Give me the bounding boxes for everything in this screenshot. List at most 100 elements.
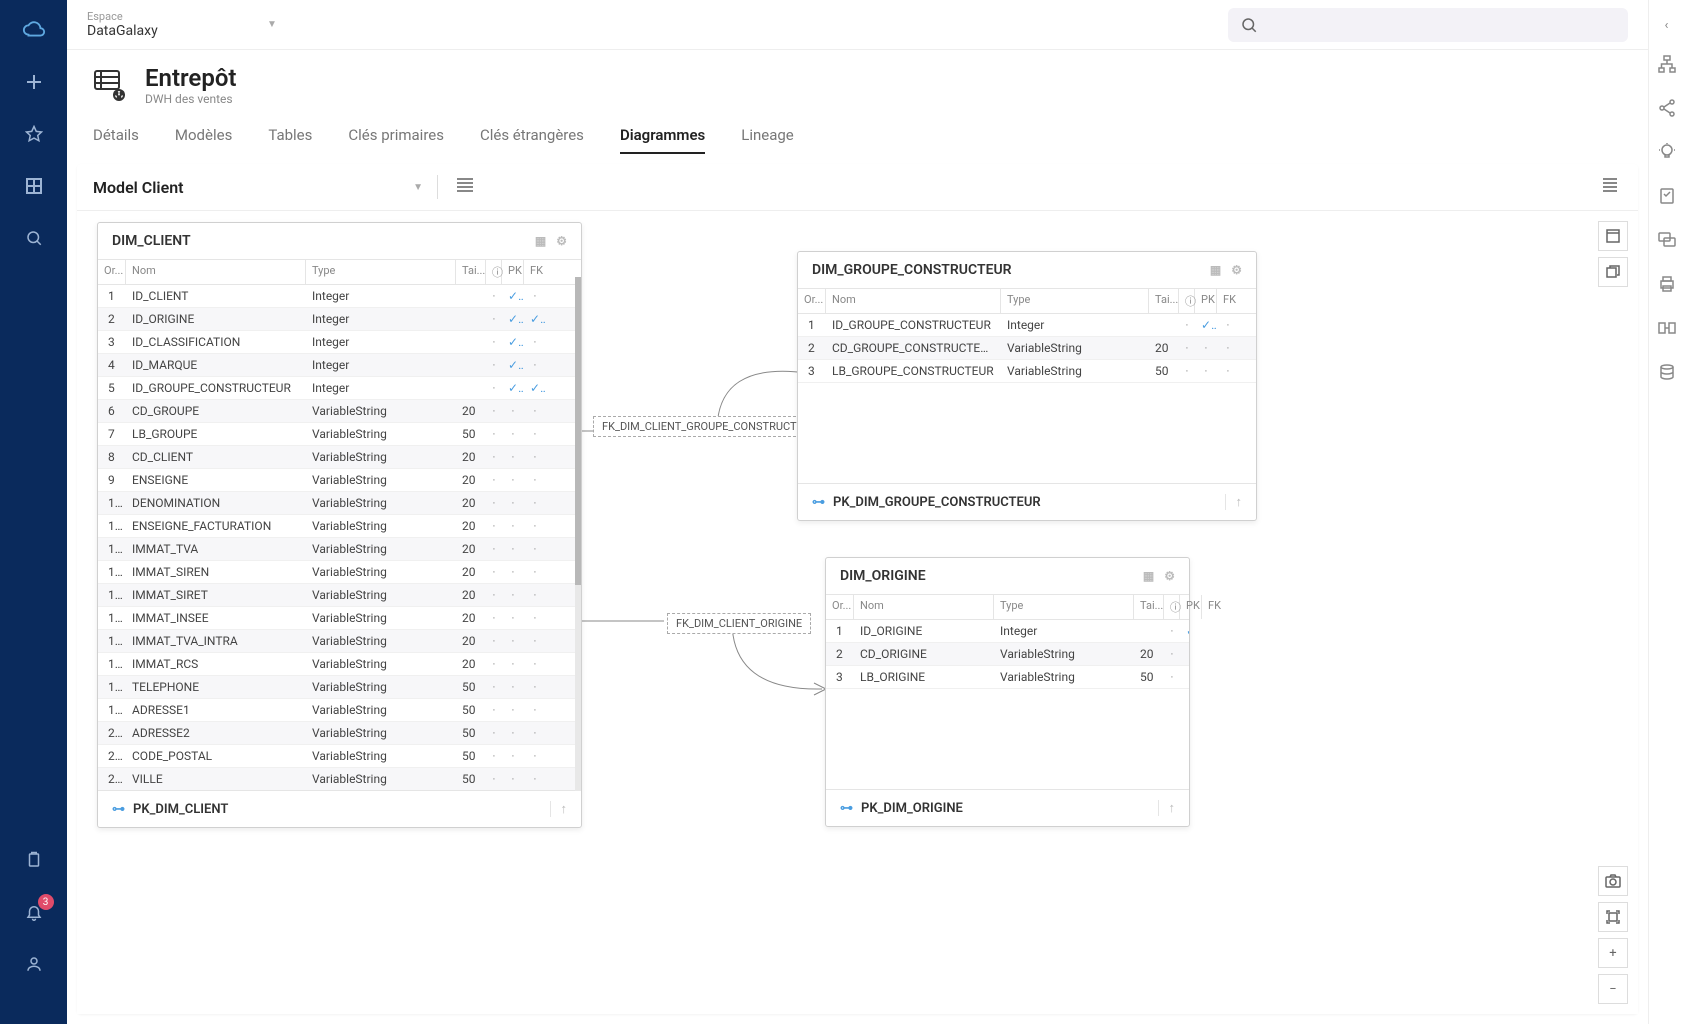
entity-dim-groupe[interactable]: DIM_GROUPE_CONSTRUCTEUR ▦⚙ Or...NomTypeT…: [797, 251, 1257, 521]
database-icon[interactable]: [1658, 363, 1676, 385]
camera-icon[interactable]: [1598, 866, 1628, 896]
menu-icon[interactable]: [1598, 174, 1622, 200]
table-row[interactable]: 2CD_GROUPE_CONSTRUCTEURVariableString20·…: [798, 337, 1256, 360]
table-row[interactable]: 2ID_ORIGINEInteger·✓✓: [98, 308, 581, 331]
lightbulb-icon[interactable]: [1658, 143, 1676, 165]
table-row[interactable]: 22VILLEVariableString50···: [98, 768, 581, 790]
chevron-down-icon: ▼: [413, 182, 423, 193]
table-row[interactable]: 3LB_GROUPE_CONSTRUCTEURVariableString50·…: [798, 360, 1256, 383]
zoom-in-icon[interactable]: +: [1598, 938, 1628, 968]
clipboard-icon[interactable]: [22, 848, 46, 872]
page-subtitle: DWH des ventes: [145, 92, 236, 106]
table-row[interactable]: 7LB_GROUPEVariableString50···: [98, 423, 581, 446]
primary-key-name: PK_DIM_ORIGINE: [861, 801, 963, 816]
table-row[interactable]: 5ID_GROUPE_CONSTRUCTEURInteger·✓✓: [98, 377, 581, 400]
hierarchy-icon[interactable]: [1658, 55, 1676, 77]
sort-icon[interactable]: ↑: [1158, 800, 1176, 816]
window-icon[interactable]: [1598, 221, 1628, 251]
topbar: Espace DataGalaxy ▼: [67, 0, 1648, 50]
diagram-toolbar: Model Client ▼: [77, 164, 1638, 211]
chat-icon[interactable]: [1658, 231, 1676, 253]
fk-label-origine[interactable]: FK_DIM_CLIENT_ORIGINE: [667, 613, 811, 634]
table-row[interactable]: 8CD_CLIENTVariableString20···: [98, 446, 581, 469]
column-header-row: Or...NomTypeTai...ⓘPKFK: [826, 594, 1189, 620]
table-row[interactable]: 19ADRESSE1VariableString50···: [98, 699, 581, 722]
share-icon[interactable]: [1658, 99, 1676, 121]
tab-détails[interactable]: Détails: [93, 118, 139, 154]
table-row[interactable]: 1ID_ORIGINEInteger·✓·: [826, 620, 1189, 643]
star-icon[interactable]: [22, 122, 46, 146]
table-row[interactable]: 9ENSEIGNEVariableString20···: [98, 469, 581, 492]
workspace-label: Espace: [87, 10, 237, 23]
search-nav-icon[interactable]: [22, 226, 46, 250]
tab-clés étrangères[interactable]: Clés étrangères: [480, 118, 584, 154]
key-icon: ⊶: [812, 495, 825, 510]
zoom-out-icon[interactable]: −: [1598, 974, 1628, 1004]
table-row[interactable]: 15IMMAT_INSEEVariableString20···: [98, 607, 581, 630]
right-panel: ‹: [1648, 0, 1684, 1024]
chevron-down-icon: ▼: [267, 19, 277, 30]
table-row[interactable]: 12IMMAT_TVAVariableString20···: [98, 538, 581, 561]
gear-icon[interactable]: ⚙: [1231, 263, 1242, 277]
key-icon: ⊶: [112, 802, 125, 817]
key-icon: ⊶: [840, 801, 853, 816]
fk-label-groupe[interactable]: FK_DIM_CLIENT_GROUPE_CONSTRUCTEUR: [593, 416, 826, 437]
gear-icon[interactable]: ⚙: [1164, 569, 1175, 583]
table-row[interactable]: 18TELEPHONEVariableString50···: [98, 676, 581, 699]
tab-modèles[interactable]: Modèles: [175, 118, 232, 154]
list-icon[interactable]: [452, 174, 478, 200]
model-name: Model Client: [93, 178, 184, 197]
table-row[interactable]: 21CODE_POSTALVariableString50···: [98, 745, 581, 768]
logo-icon[interactable]: [22, 18, 46, 42]
table-row[interactable]: 10DENOMINATIONVariableString20···: [98, 492, 581, 515]
table-row[interactable]: 3ID_CLASSIFICATIONInteger·✓·: [98, 331, 581, 354]
sort-icon[interactable]: ↑: [1225, 494, 1243, 510]
table-row[interactable]: 3LB_ORIGINEVariableString50···: [826, 666, 1189, 689]
table-row[interactable]: 20ADRESSE2VariableString50···: [98, 722, 581, 745]
primary-key-name: PK_DIM_GROUPE_CONSTRUCTEUR: [833, 495, 1041, 510]
entity-title: DIM_ORIGINE: [840, 568, 926, 584]
search-input[interactable]: [1228, 8, 1628, 42]
diagram-canvas[interactable]: DIM_CLIENT ▦ ⚙ Or...NomTypeTai...ⓘPKFK 1I…: [77, 211, 1638, 1014]
tab-diagrammes[interactable]: Diagrammes: [620, 118, 705, 154]
grid-small-icon[interactable]: ▦: [1143, 569, 1154, 583]
compare-icon[interactable]: [1658, 319, 1676, 341]
print-icon[interactable]: [1658, 275, 1676, 297]
tab-tables[interactable]: Tables: [268, 118, 312, 154]
table-row[interactable]: 2CD_ORIGINEVariableString20···: [826, 643, 1189, 666]
workspace-selector[interactable]: Espace DataGalaxy ▼: [87, 10, 277, 40]
table-row[interactable]: 11ENSEIGNE_FACTURATIONVariableString20··…: [98, 515, 581, 538]
tab-lineage[interactable]: Lineage: [741, 118, 794, 154]
workspace-value: DataGalaxy: [87, 23, 237, 40]
windows-icon[interactable]: [1598, 257, 1628, 287]
entity-dim-origine[interactable]: DIM_ORIGINE ▦ ⚙ Or...NomTypeTai...ⓘPKFK 1…: [825, 557, 1190, 827]
tab-clés primaires[interactable]: Clés primaires: [348, 118, 444, 154]
page-title: Entrepôt: [145, 64, 236, 92]
user-icon[interactable]: [22, 952, 46, 976]
model-selector[interactable]: Model Client ▼: [93, 178, 423, 197]
add-icon[interactable]: [22, 70, 46, 94]
sort-icon[interactable]: ↑: [550, 801, 568, 817]
grid-icon[interactable]: [22, 174, 46, 198]
table-row[interactable]: 14IMMAT_SIRETVariableString20···: [98, 584, 581, 607]
entity-title: DIM_GROUPE_CONSTRUCTEUR: [812, 262, 1012, 278]
table-row[interactable]: 1ID_CLIENTInteger·✓·: [98, 285, 581, 308]
search-icon: [1240, 16, 1258, 34]
table-row[interactable]: 16IMMAT_TVA_INTRAVariableString20···: [98, 630, 581, 653]
table-row[interactable]: 6CD_GROUPEVariableString20···: [98, 400, 581, 423]
entity-title: DIM_CLIENT: [112, 233, 191, 249]
table-row[interactable]: 4ID_MARQUEInteger·✓·: [98, 354, 581, 377]
fit-icon[interactable]: [1598, 902, 1628, 932]
grid-small-icon[interactable]: ▦: [535, 234, 546, 248]
entity-dim-client[interactable]: DIM_CLIENT ▦⚙ Or...NomTypeTai...ⓘPKFK 1I…: [97, 222, 582, 828]
task-icon[interactable]: [1658, 187, 1676, 209]
page-header: Entrepôt DWH des ventes Détails Modèles Ta…: [67, 50, 1648, 154]
gear-icon[interactable]: ⚙: [556, 234, 567, 248]
primary-key-name: PK_DIM_CLIENT: [133, 802, 228, 817]
table-row[interactable]: 1ID_GROUPE_CONSTRUCTEURInteger·✓·: [798, 314, 1256, 337]
table-row[interactable]: 17IMMAT_RCSVariableString20···: [98, 653, 581, 676]
table-row[interactable]: 13IMMAT_SIRENVariableString20···: [98, 561, 581, 584]
bell-icon[interactable]: 3: [22, 900, 46, 924]
collapse-icon[interactable]: ‹: [1665, 18, 1669, 33]
grid-small-icon[interactable]: ▦: [1210, 263, 1221, 277]
